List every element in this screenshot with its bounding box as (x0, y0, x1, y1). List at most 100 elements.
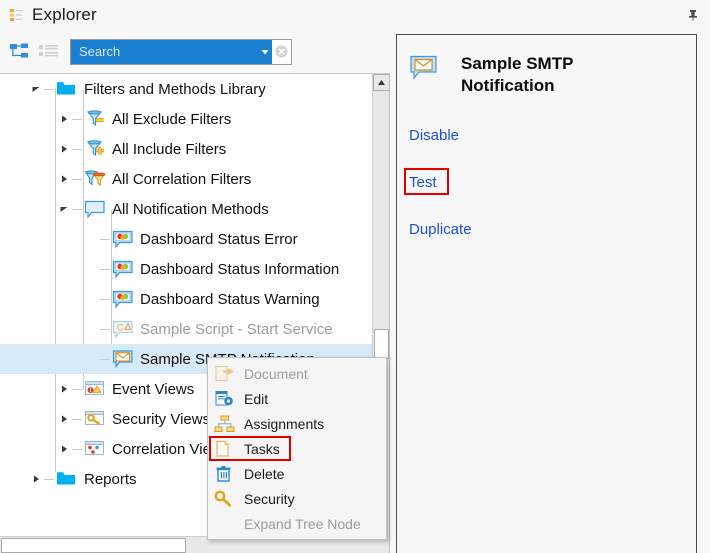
dashboard-status-icon (112, 289, 134, 309)
menu-item-security[interactable]: Security (208, 486, 386, 511)
expander-expanded-icon[interactable] (28, 81, 44, 97)
tree-connector (44, 88, 54, 90)
svg-text:C: C (117, 323, 124, 333)
menu-item-document: Document (208, 361, 386, 386)
detail-link-test[interactable]: Test (404, 168, 449, 196)
filter-correlation-icon (84, 169, 107, 189)
tree-connector (100, 328, 110, 330)
tree-item-label: Dashboard Status Warning (140, 290, 320, 308)
tree-item-all-notification-methods[interactable]: All Notification Methods (0, 194, 372, 224)
filter-exclude-icon (84, 109, 106, 129)
menu-item-assignments[interactable]: Assignments (208, 411, 386, 436)
trash-icon (214, 465, 236, 483)
tree-view-icon[interactable] (9, 42, 31, 62)
detail-link-duplicate[interactable]: Duplicate (409, 221, 472, 238)
expander-collapsed-icon[interactable] (56, 171, 72, 187)
tree-connector (100, 238, 110, 240)
tree-item-label: All Notification Methods (112, 200, 269, 218)
tree-item-label: Security Views (112, 410, 211, 428)
tree-item-all-include-filters[interactable]: All Include Filters (0, 134, 372, 164)
detail-actions: Disable Test Duplicate (397, 97, 696, 268)
tree-connector (72, 178, 82, 180)
folder-icon (56, 79, 78, 99)
clear-circle-icon[interactable] (272, 39, 291, 64)
tree-item-label: Sample Script - Start Service (140, 320, 333, 338)
expander-collapsed-icon[interactable] (56, 441, 72, 457)
detail-title: Sample SMTP Notification (461, 54, 574, 96)
tree-connector (100, 298, 110, 300)
menu-item-label: Delete (244, 465, 285, 482)
detail-link-disable[interactable]: Disable (409, 127, 459, 144)
tree-connector (72, 148, 82, 150)
menu-item-label: Security (244, 490, 295, 507)
expander-collapsed-icon[interactable] (56, 381, 72, 397)
search-input[interactable] (71, 39, 257, 64)
tree-item-dashboard-status-information[interactable]: Dashboard Status Information (0, 254, 372, 284)
tree-item-all-exclude-filters[interactable]: All Exclude Filters (0, 104, 372, 134)
edit-gear-icon (214, 390, 236, 408)
menu-item-expand-tree-node: Expand Tree Node (208, 511, 386, 536)
horizontal-scroll-thumb[interactable] (1, 538, 186, 553)
script-method-icon: C (112, 319, 134, 339)
tree-connector (72, 418, 82, 420)
tree-item-label: Reports (84, 470, 137, 488)
dashboard-status-icon (112, 259, 134, 279)
smtp-mail-icon (112, 349, 134, 369)
tree-connector (72, 118, 82, 120)
correlation-views-icon (84, 439, 106, 459)
detail-panel: Sample SMTP Notification Disable Test Dupl… (396, 34, 697, 553)
tree-item-dashboard-status-warning[interactable]: Dashboard Status Warning (0, 284, 372, 314)
list-view-icon[interactable] (38, 42, 60, 62)
detail-header: Sample SMTP Notification (397, 35, 696, 97)
menu-item-label: Expand Tree Node (244, 515, 361, 532)
filter-include-icon (84, 139, 106, 159)
event-views-icon (84, 379, 106, 399)
tree-connector (72, 208, 82, 210)
explorer-tree-icon (8, 7, 24, 23)
tree-connector (44, 478, 54, 480)
menu-item-delete[interactable]: Delete (208, 461, 386, 486)
dashboard-status-icon (112, 229, 134, 249)
view-mode-buttons (9, 42, 60, 62)
tree-item-label: Dashboard Status Error (140, 230, 298, 248)
folder-icon (56, 469, 78, 489)
security-views-icon (84, 409, 106, 429)
document-icon (214, 365, 236, 383)
expander-collapsed-icon[interactable] (28, 471, 44, 487)
menu-icon-placeholder (214, 515, 236, 533)
tree-item-label: Dashboard Status Information (140, 260, 340, 278)
expander-collapsed-icon[interactable] (56, 141, 72, 157)
page-title: Explorer (32, 5, 97, 24)
tree-item-label: Event Views (112, 380, 195, 398)
title-bar: Explorer (0, 0, 710, 30)
menu-item-edit[interactable]: Edit (208, 386, 386, 411)
tree-connector (100, 268, 110, 270)
tree-connector (72, 448, 82, 450)
tasks-icon (214, 440, 236, 458)
tree-item-all-correlation-filters[interactable]: All Correlation Filters (0, 164, 372, 194)
tree-item-label: All Include Filters (112, 140, 227, 158)
context-menu[interactable]: Document Edit Assignments Tasks Delete Securi… (207, 357, 387, 540)
tree-item-label: All Correlation Filters (112, 170, 252, 188)
smtp-mail-icon (409, 55, 439, 81)
expander-collapsed-icon[interactable] (56, 111, 72, 127)
tree-item-filters-and-methods-library[interactable]: Filters and Methods Library (0, 74, 372, 104)
vertical-scroll-thumb[interactable] (374, 329, 389, 359)
notification-icon (84, 199, 106, 219)
pushpin-icon[interactable] (684, 6, 702, 24)
tree-item-label: All Exclude Filters (112, 110, 232, 128)
menu-item-label: Document (244, 365, 308, 382)
tree-item-dashboard-status-error[interactable]: Dashboard Status Error (0, 224, 372, 254)
tree-connector (100, 358, 110, 360)
menu-item-label: Edit (244, 390, 269, 407)
menu-item-label: Assignments (244, 415, 325, 432)
tree-item-sample-script-start-service[interactable]: C Sample Script - Start Service (0, 314, 372, 344)
menu-item-tasks[interactable]: Tasks (208, 436, 386, 461)
tree-connector (72, 388, 82, 390)
search-box[interactable] (70, 38, 292, 65)
expander-collapsed-icon[interactable] (56, 411, 72, 427)
explorer-window: Explorer Search Filters and Methods Libr… (0, 0, 710, 553)
chevron-down-icon[interactable] (257, 39, 273, 64)
scroll-up-arrow-icon[interactable] (373, 74, 389, 91)
expander-expanded-icon[interactable] (56, 201, 72, 217)
